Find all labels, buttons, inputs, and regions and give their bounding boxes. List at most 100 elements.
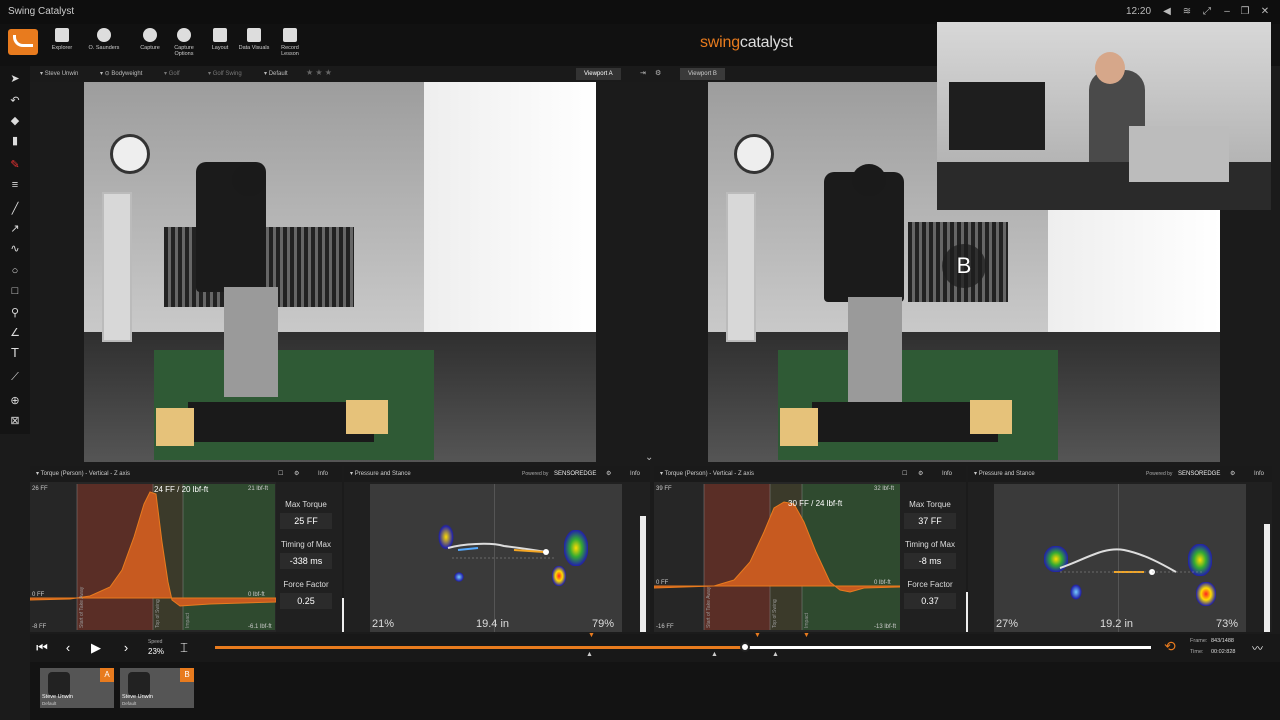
info-button[interactable]: Info: [1254, 466, 1264, 482]
viewport-a[interactable]: [84, 82, 596, 462]
step-back-icon[interactable]: ‹: [60, 640, 76, 656]
zoom-tool-icon[interactable]: ⊕: [8, 394, 22, 408]
axis-top-right: 21 lbf-ft: [248, 486, 268, 492]
chart-icon: [247, 28, 261, 42]
sensor-brand: SENSOREDGE: [1178, 471, 1221, 477]
play-icon[interactable]: ▶: [88, 640, 104, 656]
arrow-tool-icon[interactable]: ↗: [8, 222, 22, 236]
pin-icon[interactable]: ⇥: [640, 69, 646, 77]
activity-label: Golf Swing: [212, 71, 242, 77]
gear-icon[interactable]: ⚙: [294, 466, 299, 482]
freehand-tool-icon[interactable]: ∿: [8, 242, 22, 256]
timeline-scrubber[interactable]: [740, 642, 750, 652]
speed-value[interactable]: 23%: [148, 647, 164, 656]
marker-top-icon[interactable]: ▼: [803, 632, 810, 639]
checkbox-icon[interactable]: ☐: [278, 466, 283, 482]
marker-bottom-icon[interactable]: ▲: [772, 651, 779, 658]
text-tool-icon[interactable]: T: [8, 346, 22, 360]
player-name: Steve Unwin: [44, 71, 79, 77]
marker-top-icon[interactable]: ▼: [588, 632, 595, 639]
loop-icon[interactable]: ⟲: [1164, 638, 1176, 655]
capture-button[interactable]: Capture: [132, 26, 168, 64]
capture-options-button[interactable]: Capture Options: [166, 26, 202, 64]
force-factor-label: Force Factor: [283, 580, 329, 589]
marker-top-icon[interactable]: ▼: [754, 632, 761, 639]
marker-bottom-icon[interactable]: ▲: [711, 651, 718, 658]
volume-icon[interactable]: ◀: [1160, 5, 1174, 19]
line-tool-icon[interactable]: ╱: [8, 202, 22, 216]
checkbox-icon[interactable]: ☐: [902, 466, 907, 482]
sport-label: Golf: [168, 71, 180, 77]
player-dropdown[interactable]: ▾ Steve Unwin: [40, 70, 78, 77]
wifi-icon[interactable]: ≋: [1180, 5, 1194, 19]
clock: 12:20: [1126, 6, 1152, 17]
minimize-icon[interactable]: –: [1220, 5, 1234, 19]
info-button[interactable]: Info: [942, 466, 952, 482]
line-width-icon[interactable]: ≡: [8, 178, 22, 192]
rating-stars[interactable]: ★ ★ ★: [306, 68, 332, 77]
waveform-icon[interactable]: 〰: [1252, 640, 1263, 656]
data-visuals-button[interactable]: Data Visuals: [236, 26, 272, 64]
torque-chart-b[interactable]: 39 FF 32 lbf-ft 0 FF 0 lbf-ft -16 FF -13…: [654, 482, 900, 632]
grid-tool-icon[interactable]: ⊠: [8, 414, 22, 428]
tab-viewport-b[interactable]: Viewport B: [680, 68, 725, 80]
user-button[interactable]: O. Saunders: [86, 26, 122, 64]
marker-bottom-icon[interactable]: ▲: [586, 651, 593, 658]
tool-rail: ➤ ↶ ◆ ▮ ✎ ≡ ╱ ↗ ∿ ○ □ ⚲ ∠ T ⟋ ⊕ ⊠: [0, 66, 30, 434]
fullscreen-icon[interactable]: ⤢: [1200, 5, 1214, 19]
wall-clock: [110, 134, 150, 174]
rectangle-tool-icon[interactable]: □: [8, 284, 22, 298]
close-icon[interactable]: ✕: [1258, 5, 1272, 19]
preset-label: Default: [268, 71, 288, 77]
recording-thumbnail[interactable]: A Steve Unwin Default: [40, 668, 114, 708]
right-percentage: 73%: [1216, 618, 1239, 630]
panel-header: ▾ Pressure and Stance Powered by SENSORE…: [968, 466, 1272, 482]
scroll-thumb[interactable]: [640, 516, 646, 632]
color-picker-icon[interactable]: ✎: [8, 158, 22, 172]
trash-icon[interactable]: ▮: [8, 134, 22, 148]
step-forward-icon[interactable]: ›: [118, 640, 134, 656]
gear-icon[interactable]: ⚙: [606, 466, 611, 482]
layout-button[interactable]: Layout: [202, 26, 238, 64]
lock-tool-icon[interactable]: ⚲: [8, 306, 22, 320]
door: [726, 192, 756, 342]
maximize-icon[interactable]: ❐: [1238, 5, 1252, 19]
stance-width: 19.4 in: [476, 618, 510, 630]
collapse-chevron-icon[interactable]: ⌄: [645, 452, 653, 463]
pressure-map-b[interactable]: 27% 19.2 in 73%: [994, 484, 1246, 632]
settings-icon[interactable]: ⚙: [655, 69, 661, 77]
pointer-icon[interactable]: ➤: [8, 72, 22, 86]
info-button[interactable]: Info: [318, 466, 328, 482]
recording-thumbnail[interactable]: B Steve Unwin Default: [120, 668, 194, 708]
undo-icon[interactable]: ↶: [8, 94, 22, 108]
torque-chart-a[interactable]: 26 FF 21 lbf-ft 0 FF 0 lbf-ft -8 FF -6.1…: [30, 482, 276, 632]
angle-tool-icon[interactable]: ∠: [8, 326, 22, 340]
circle-tool-icon[interactable]: ○: [8, 264, 22, 278]
info-button[interactable]: Info: [630, 466, 640, 482]
eraser-icon[interactable]: ◆: [8, 114, 22, 128]
foot-pad-left: [156, 408, 194, 446]
sport-dropdown[interactable]: ▾ Golf: [164, 70, 180, 77]
tab-viewport-a[interactable]: Viewport A: [576, 68, 621, 80]
gear-icon[interactable]: ⚙: [918, 466, 923, 482]
skip-start-icon[interactable]: ⏮: [34, 640, 50, 656]
golfer-head: [852, 164, 886, 196]
gear-icon[interactable]: ⚙: [1230, 466, 1235, 482]
trim-icon[interactable]: ⌶: [176, 640, 192, 656]
preset-dropdown[interactable]: ▾ Default: [264, 70, 288, 77]
cop-start-segment: [457, 547, 479, 551]
activity-dropdown[interactable]: ▾ Golf Swing: [208, 70, 242, 77]
record-lesson-button[interactable]: Record Lesson: [272, 26, 308, 64]
axis-bottom-left: -16 FF: [656, 624, 674, 630]
pressure-map-a[interactable]: 21% 19.4 in 79%: [370, 484, 622, 632]
measure-tool-icon[interactable]: ⟋: [8, 370, 22, 384]
frame-value: 843/1488: [1211, 638, 1234, 644]
stance-width: 19.2 in: [1100, 618, 1134, 630]
explorer-button[interactable]: Explorer: [44, 26, 80, 64]
time-label: Time:: [1190, 649, 1204, 655]
app-logo[interactable]: [8, 29, 38, 55]
bodyweight-dropdown[interactable]: ▾ ⊙ Bodyweight: [100, 70, 142, 77]
powered-by-label: Powered by: [522, 471, 549, 477]
scroll-thumb[interactable]: [1264, 524, 1270, 632]
thumb-name: Steve Unwin: [42, 694, 73, 700]
